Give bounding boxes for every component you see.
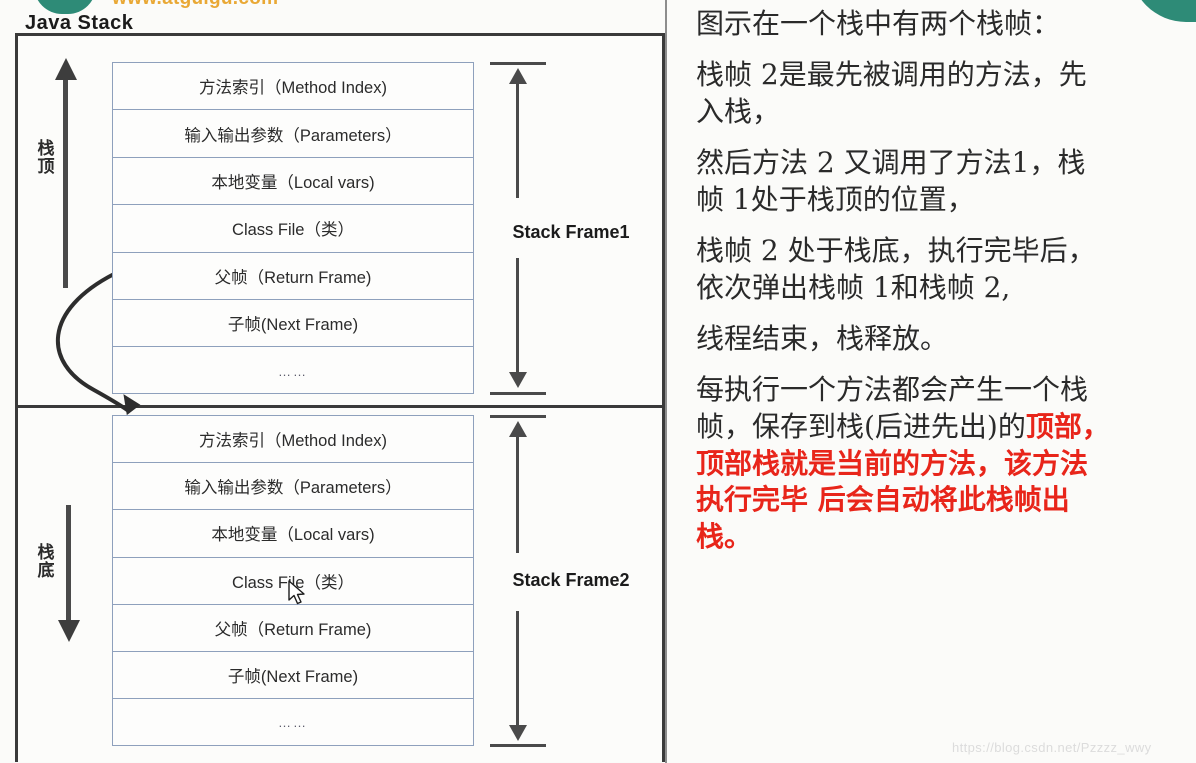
frame-row: 输入输出参数（Parameters） bbox=[113, 110, 473, 158]
note-paragraph-5: 线程结束，栈释放。 bbox=[696, 321, 1190, 358]
panel-divider-line bbox=[665, 0, 667, 763]
note-paragraph-2: 栈帧 2是最先被调用的方法，先 入栈， bbox=[696, 57, 1190, 131]
note-line: 线程结束，栈释放。 bbox=[696, 321, 949, 355]
note-line: 帧，保存到栈(后进先出)的 bbox=[696, 409, 1026, 443]
csdn-watermark: https://blog.csdn.net/Pzzzz_wwy bbox=[952, 740, 1152, 755]
frame-row: 方法索引（Method Index) bbox=[113, 63, 473, 111]
arrow-down-icon bbox=[509, 725, 527, 741]
explanation-panel: 图示在一个栈中有两个栈帧： 栈帧 2是最先被调用的方法，先 入栈， 然后方法 2… bbox=[680, 0, 1196, 763]
note-paragraph-3: 然后方法 2 又调用了方法1，栈 帧 1处于栈顶的位置， bbox=[696, 145, 1190, 219]
note-line-highlight: 顶部栈就是当前的方法，该方法 bbox=[696, 446, 1089, 480]
dimension-stem-lower bbox=[516, 611, 519, 727]
frame-row: 本地变量（Local vars) bbox=[113, 158, 473, 206]
frame-row: Class File（类） bbox=[113, 205, 473, 253]
note-line-highlight: 执行完毕 后会自动将此栈帧出 bbox=[696, 483, 1070, 517]
note-paragraph-6: 每执行一个方法都会产生一个栈 帧，保存到栈(后进先出)的顶部， 顶部栈就是当前的… bbox=[696, 372, 1190, 557]
frame-row: 输入输出参数（Parameters） bbox=[113, 463, 473, 511]
frame-row: …… bbox=[278, 363, 308, 379]
slide-canvas: www.atguigu.com Java Stack 栈顶 栈底 方法索引（Me… bbox=[0, 0, 1196, 763]
site-url-text: www.atguigu.com bbox=[112, 0, 278, 10]
dimension-cap-top bbox=[490, 62, 546, 65]
stack-top-arrow-shaft bbox=[63, 78, 68, 288]
note-line: 栈帧 2是最先被调用的方法，先 bbox=[696, 57, 1087, 91]
dimension-cap-bottom bbox=[490, 392, 546, 395]
dimension-cap-top bbox=[490, 415, 546, 418]
dimension-cap-bottom bbox=[490, 744, 546, 747]
note-line-highlight: 栈。 bbox=[696, 520, 753, 554]
frame-row: 父帧（Return Frame) bbox=[113, 253, 473, 300]
frame-row: 子帧(Next Frame) bbox=[113, 652, 473, 700]
dimension-stem-upper bbox=[516, 82, 519, 198]
page-title: Java Stack bbox=[25, 12, 134, 34]
frame-row: …… bbox=[278, 715, 308, 731]
stack-frame-2-label: Stack Frame2 bbox=[512, 570, 630, 590]
note-line: 入栈， bbox=[696, 94, 781, 128]
note-line: 然后方法 2 又调用了方法1，栈 bbox=[696, 145, 1086, 179]
note-line: 图示在一个栈中有两个栈帧： bbox=[696, 7, 1061, 40]
arrow-down-icon bbox=[58, 620, 80, 642]
mouse-cursor-icon bbox=[288, 580, 308, 608]
note-line-highlight: 顶部， bbox=[1025, 409, 1110, 443]
frame-row: 父帧（Return Frame) bbox=[113, 605, 473, 652]
dimension-stem-lower bbox=[516, 258, 519, 374]
stack-frame-1-table: 方法索引（Method Index) 输入输出参数（Parameters） 本地… bbox=[112, 62, 474, 394]
stack-bottom-arrow-shaft bbox=[66, 505, 71, 625]
stack-bottom-label: 栈底 bbox=[37, 543, 55, 580]
note-line: 依次弹出栈帧 1和栈帧 2, bbox=[696, 270, 1011, 304]
arrow-down-icon bbox=[509, 372, 527, 388]
note-paragraph-1: 图示在一个栈中有两个栈帧： bbox=[696, 6, 1190, 43]
note-line: 每执行一个方法都会产生一个栈 bbox=[696, 372, 1089, 406]
stack-top-label: 栈顶 bbox=[37, 139, 55, 176]
stack-frame-1-label: Stack Frame1 bbox=[512, 222, 630, 242]
note-line: 栈帧 2 处于栈底，执行完毕后， bbox=[696, 233, 1096, 267]
frame-row: 子帧(Next Frame) bbox=[113, 300, 473, 348]
note-line: 帧 1处于栈顶的位置， bbox=[696, 182, 975, 216]
dimension-stem-upper bbox=[516, 435, 519, 553]
frame-row: 本地变量（Local vars) bbox=[113, 510, 473, 558]
arrow-up-icon bbox=[55, 58, 77, 80]
note-paragraph-4: 栈帧 2 处于栈底，执行完毕后， 依次弹出栈帧 1和栈帧 2, bbox=[696, 233, 1190, 307]
frame-row: 方法索引（Method Index) bbox=[113, 416, 473, 464]
